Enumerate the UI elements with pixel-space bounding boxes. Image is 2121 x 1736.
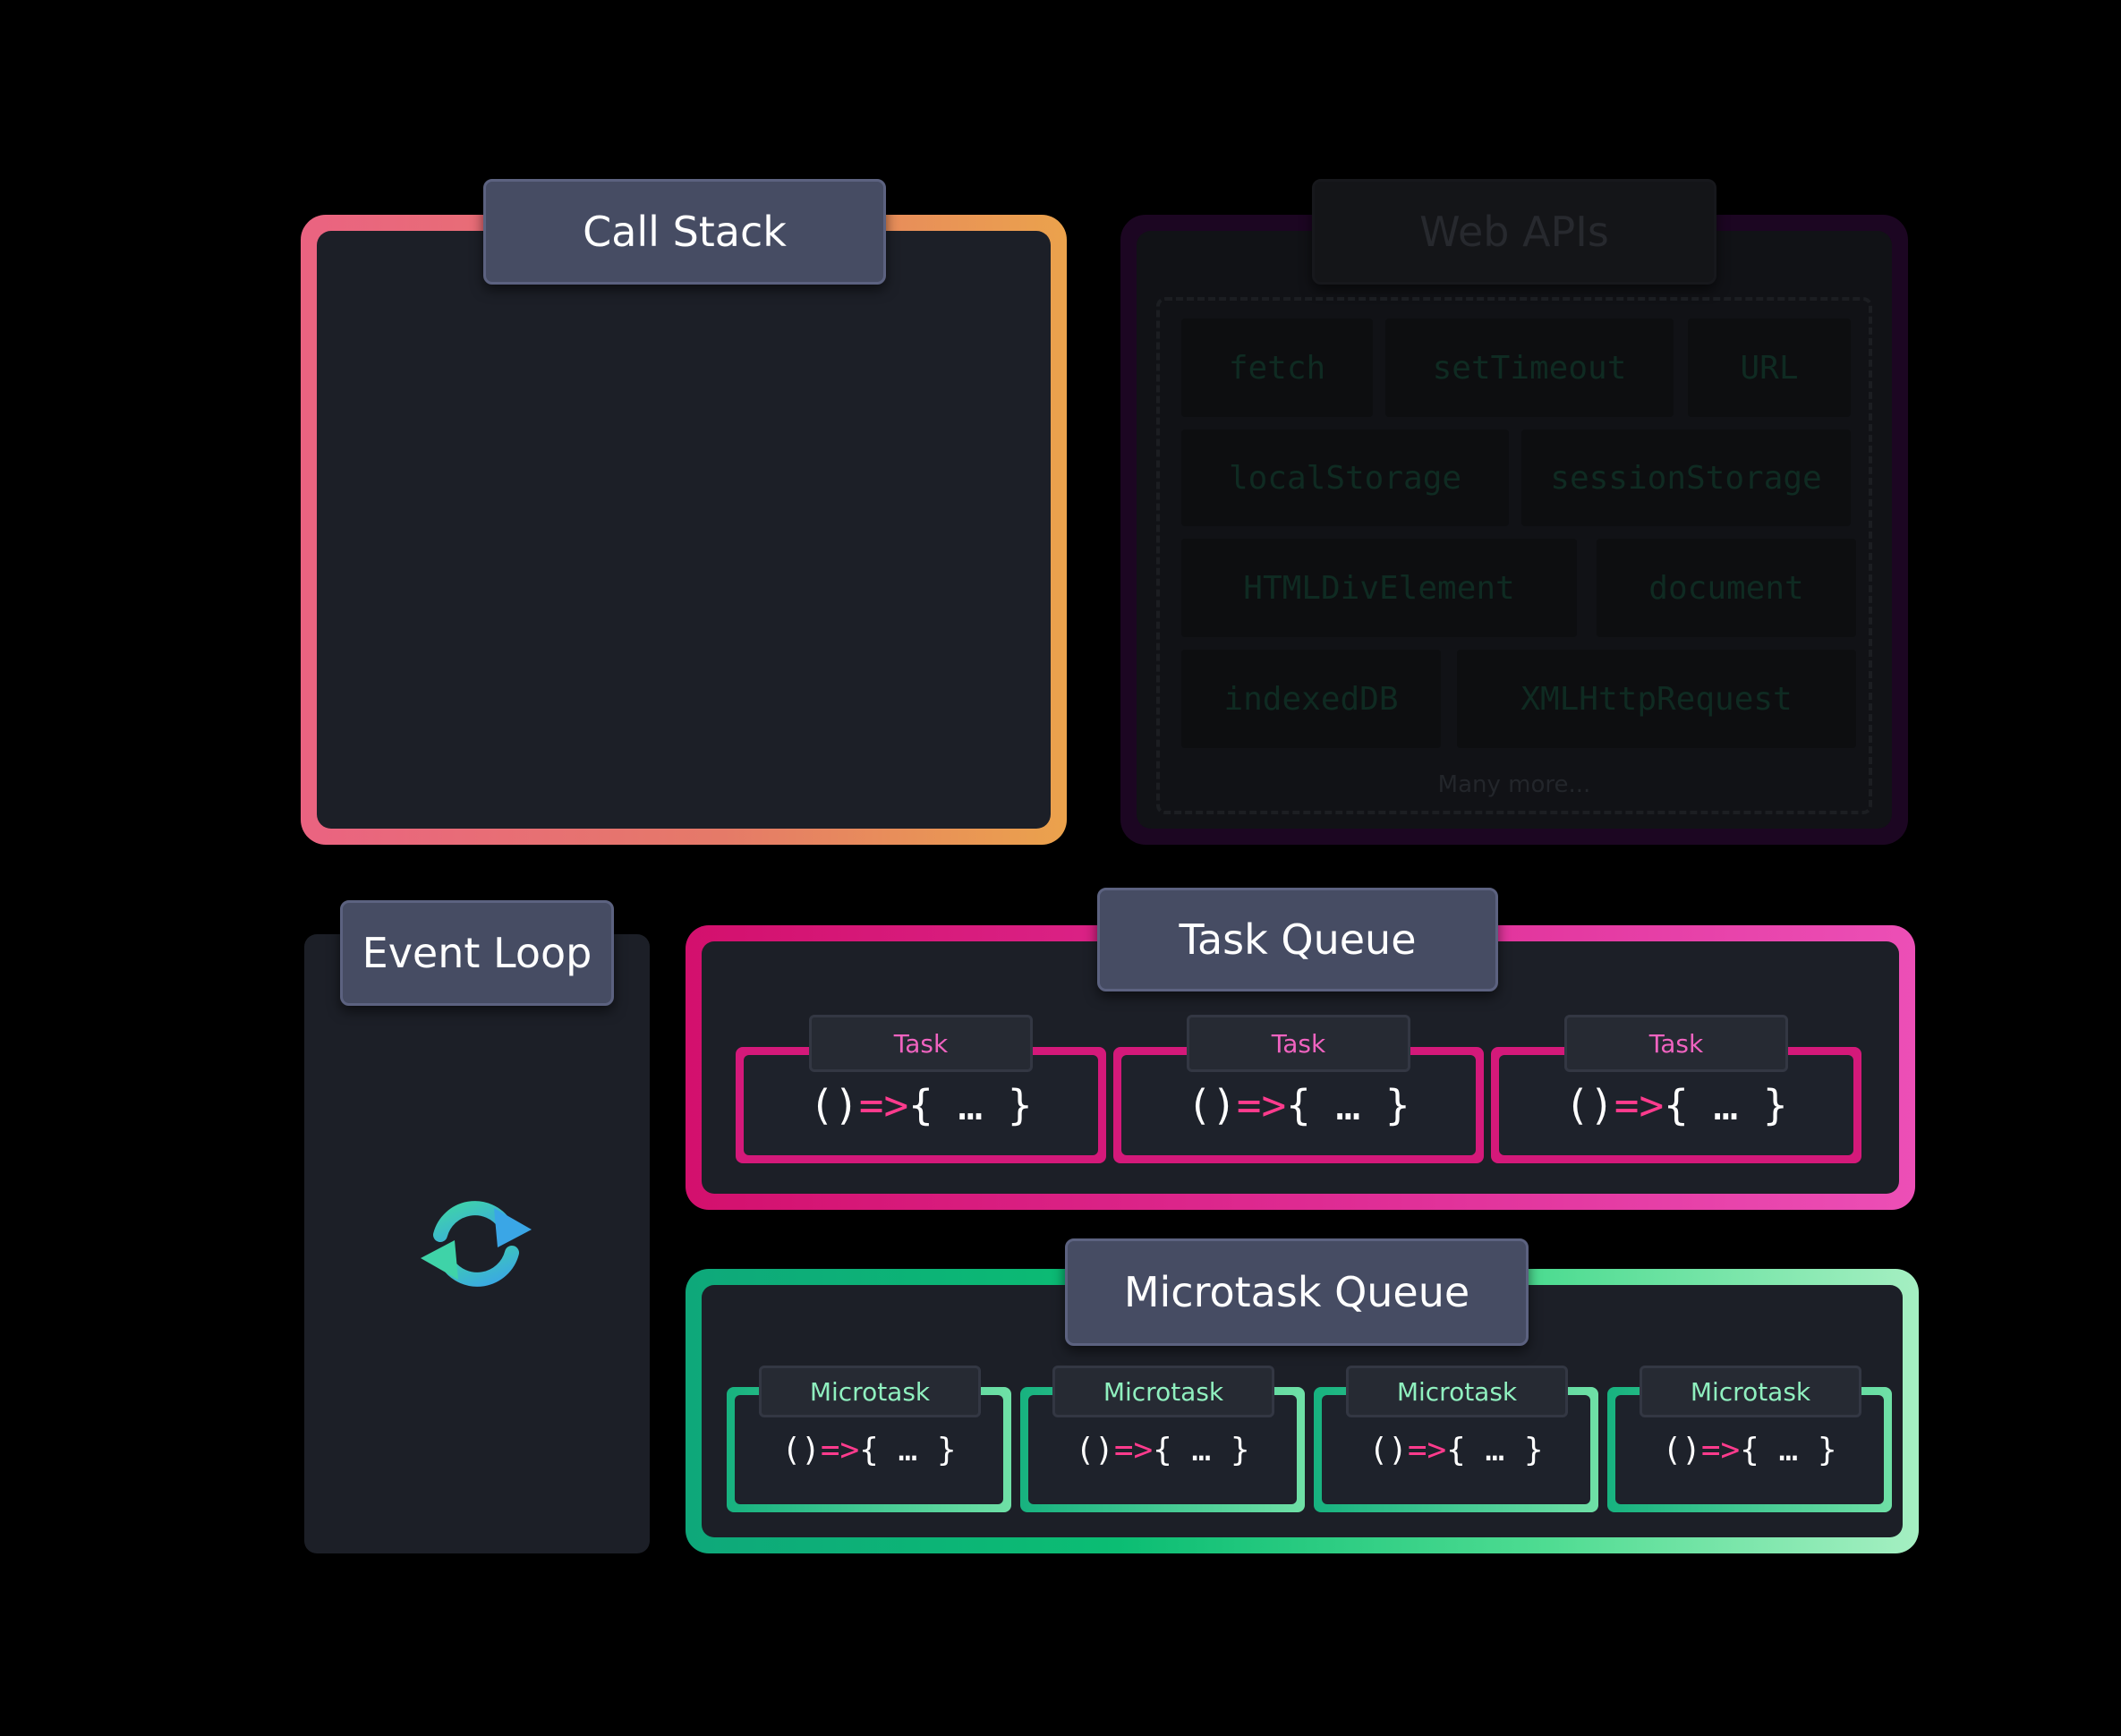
task-queue-title: Task Queue [1097, 888, 1498, 991]
code-params: () [1564, 1081, 1614, 1129]
code-arrow: => [1236, 1081, 1287, 1129]
code-arrow: => [858, 1081, 909, 1129]
code-params: () [1368, 1431, 1408, 1468]
code-body: { … } [1153, 1431, 1250, 1468]
code-arrow: => [1113, 1431, 1154, 1468]
code-arrow: => [1700, 1431, 1741, 1468]
code-body: { … } [1664, 1081, 1788, 1129]
code-params: () [1187, 1081, 1237, 1129]
code-body: { … } [908, 1081, 1033, 1129]
api-chip: setTimeout [1385, 319, 1674, 417]
microtask-label: Microtask [759, 1366, 981, 1417]
task-label: Task [1564, 1015, 1788, 1072]
api-chip: document [1597, 539, 1856, 637]
code-params: () [1075, 1431, 1114, 1468]
task-label: Task [1187, 1015, 1410, 1072]
api-chip: sessionStorage [1521, 430, 1851, 526]
event-loop-title: Event Loop [340, 900, 614, 1006]
api-chip: fetch [1181, 319, 1373, 417]
code-arrow: => [1407, 1431, 1447, 1468]
web-apis-more: Many more... [1437, 771, 1591, 798]
code-body: { … } [1286, 1081, 1410, 1129]
code-params: () [781, 1431, 821, 1468]
task-label: Task [809, 1015, 1033, 1072]
call-stack-panel [301, 215, 1067, 845]
microtask-label: Microtask [1346, 1366, 1568, 1417]
api-chip: HTMLDivElement [1181, 539, 1577, 637]
refresh-cycle-icon [405, 1181, 548, 1306]
code-body: { … } [1740, 1431, 1837, 1468]
code-params: () [1662, 1431, 1701, 1468]
api-chip: indexedDB [1181, 650, 1441, 748]
code-params: () [809, 1081, 859, 1129]
microtask-queue-title: Microtask Queue [1065, 1238, 1529, 1346]
code-arrow: => [1614, 1081, 1665, 1129]
api-chip: localStorage [1181, 430, 1509, 526]
api-chip: XMLHttpRequest [1457, 650, 1856, 748]
code-body: { … } [1446, 1431, 1544, 1468]
web-apis-title: Web APIs [1312, 179, 1716, 285]
call-stack-area [317, 231, 1051, 829]
call-stack-title: Call Stack [483, 179, 886, 285]
microtask-label: Microtask [1052, 1366, 1274, 1417]
code-body: { … } [859, 1431, 957, 1468]
microtask-label: Microtask [1640, 1366, 1861, 1417]
api-chip: URL [1688, 319, 1851, 417]
code-arrow: => [820, 1431, 860, 1468]
